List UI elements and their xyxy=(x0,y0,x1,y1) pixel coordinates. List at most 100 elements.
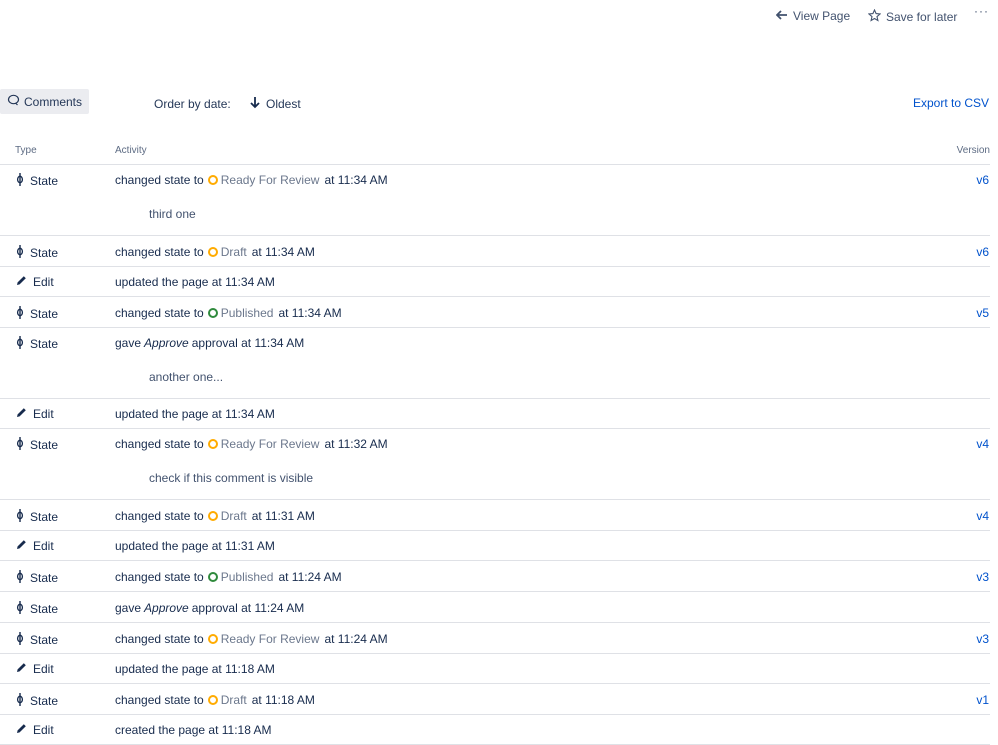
row-type-cell: State xyxy=(16,632,58,648)
version-link[interactable]: v3 xyxy=(976,570,989,584)
table-body: State changed state to Ready For Review at … xyxy=(0,165,990,745)
row-type-label: Edit xyxy=(33,539,54,553)
activity-time: at 11:34 AM xyxy=(324,173,388,187)
row-activity-cell: changed state to Draft at 11:18 AM xyxy=(115,693,315,707)
row-activity-cell: gave Approve approval at 11:34 AM xyxy=(115,336,304,350)
table-row: State changed state to Draft at 11:34 AM v6 xyxy=(0,236,990,267)
activity-text: changed state to xyxy=(115,173,204,187)
row-activity-cell: gave Approve approval at 11:24 AM xyxy=(115,601,304,615)
order-toggle[interactable]: Oldest xyxy=(249,96,301,112)
save-for-later-button[interactable]: Save for later xyxy=(867,8,957,25)
table-row: State changed state to Ready For Review at … xyxy=(0,429,990,500)
version-link[interactable]: v6 xyxy=(976,173,989,187)
table-row: Edit created the page at 11:18 AM xyxy=(0,715,990,745)
status-ring-icon xyxy=(207,308,218,318)
row-type-label: State xyxy=(30,438,59,452)
column-header-activity: Activity xyxy=(115,145,147,156)
column-header-version: Version xyxy=(956,145,990,156)
activity-text: created the page at 11:18 AM xyxy=(115,723,272,737)
table-row: Edit updated the page at 11:18 AM xyxy=(0,654,990,684)
row-activity-cell: changed state to Draft at 11:34 AM xyxy=(115,245,315,259)
activity-time: at 11:24 AM xyxy=(324,632,388,646)
status-ring-icon xyxy=(207,572,218,582)
comments-label: Comments xyxy=(24,94,83,109)
state-workflow-icon xyxy=(16,173,24,189)
history-toolbar: Comments Order by date: Oldest Export to… xyxy=(0,89,998,115)
row-activity-cell: updated the page at 11:31 AM xyxy=(115,539,275,553)
row-activity-cell: changed state to Draft at 11:31 AM xyxy=(115,509,315,523)
table-row: State changed state to Draft at 11:31 AM v4 xyxy=(0,500,990,531)
activity-text: updated the page at 11:18 AM xyxy=(115,662,275,676)
table-row: State changed state to Ready For Review at … xyxy=(0,165,990,236)
state-workflow-icon xyxy=(16,437,24,453)
activity-text: gave xyxy=(115,601,142,615)
activity-time: approval at 11:24 AM xyxy=(191,601,305,615)
status-label: Draft xyxy=(220,693,247,707)
row-type-label: State xyxy=(30,633,59,647)
order-by-label: Order by date: xyxy=(154,97,231,111)
table-row: Edit updated the page at 11:34 AM xyxy=(0,267,990,297)
status-label: Published xyxy=(220,306,274,320)
table-row: State changed state to Ready For Review at … xyxy=(0,623,990,654)
activity-text: changed state to xyxy=(115,437,204,451)
row-type-cell: Edit xyxy=(16,275,54,289)
row-activity-cell: changed state to Ready For Review at 11:24… xyxy=(115,632,388,646)
version-link[interactable]: v1 xyxy=(976,693,989,707)
row-activity-cell: changed state to Ready For Review at 11:34… xyxy=(115,173,388,187)
activity-text: updated the page at 11:31 AM xyxy=(115,539,275,553)
comments-toggle-button[interactable]: Comments xyxy=(0,89,89,114)
version-link[interactable]: v6 xyxy=(976,245,989,259)
arrow-left-icon xyxy=(775,9,788,23)
row-type-label: State xyxy=(30,337,59,351)
row-type-cell: State xyxy=(16,570,58,586)
activity-text: updated the page at 11:34 AM xyxy=(115,407,275,421)
state-workflow-icon xyxy=(16,570,24,586)
state-workflow-icon xyxy=(16,601,24,617)
state-workflow-icon xyxy=(16,509,24,525)
row-type-label: State xyxy=(30,246,59,260)
version-link[interactable]: v4 xyxy=(976,437,989,451)
row-type-label: State xyxy=(30,510,59,524)
row-type-label: State xyxy=(30,571,59,585)
state-workflow-icon xyxy=(16,632,24,648)
activity-time: at 11:24 AM xyxy=(278,570,342,584)
pencil-icon xyxy=(16,407,27,421)
arrow-down-icon xyxy=(249,96,261,112)
row-type-label: Edit xyxy=(33,723,54,737)
more-actions-button[interactable]: ··· xyxy=(974,4,989,18)
activity-text: changed state to xyxy=(115,693,204,707)
page-top-bar: View Page Save for later ··· xyxy=(0,0,998,34)
row-type-label: Edit xyxy=(33,275,54,289)
view-page-label: View Page xyxy=(793,9,851,23)
row-type-cell: State xyxy=(16,306,58,322)
status-label: Ready For Review xyxy=(220,437,320,451)
state-workflow-icon xyxy=(16,336,24,352)
export-csv-link[interactable]: Export to CSV xyxy=(913,96,989,110)
table-row: State changed state to Published at 11:24 A… xyxy=(0,561,990,592)
version-link[interactable]: v5 xyxy=(976,306,989,320)
version-link[interactable]: v3 xyxy=(976,632,989,646)
status-ring-icon xyxy=(207,175,218,185)
state-workflow-icon xyxy=(16,245,24,261)
row-type-cell: State xyxy=(16,173,58,189)
row-type-cell: Edit xyxy=(16,539,54,553)
more-icon: ··· xyxy=(974,4,989,18)
state-workflow-icon xyxy=(16,693,24,709)
pencil-icon xyxy=(16,275,27,289)
row-activity-cell: changed state to Published at 11:24 AM xyxy=(115,570,342,584)
activity-time: approval at 11:34 AM xyxy=(191,336,305,350)
row-type-label: State xyxy=(30,174,59,188)
status-ring-icon xyxy=(207,439,218,449)
status-ring-icon xyxy=(207,511,218,521)
activity-text: changed state to xyxy=(115,632,204,646)
row-activity-cell: updated the page at 11:18 AM xyxy=(115,662,275,676)
version-link[interactable]: v4 xyxy=(976,509,989,523)
row-type-cell: State xyxy=(16,601,58,617)
activity-time: at 11:34 AM xyxy=(251,245,315,259)
state-workflow-icon xyxy=(16,306,24,322)
status-ring-icon xyxy=(207,634,218,644)
row-comment: check if this comment is visible xyxy=(149,471,314,485)
row-type-label: State xyxy=(30,307,59,321)
view-page-button[interactable]: View Page xyxy=(775,9,851,23)
row-type-cell: State xyxy=(16,245,58,261)
